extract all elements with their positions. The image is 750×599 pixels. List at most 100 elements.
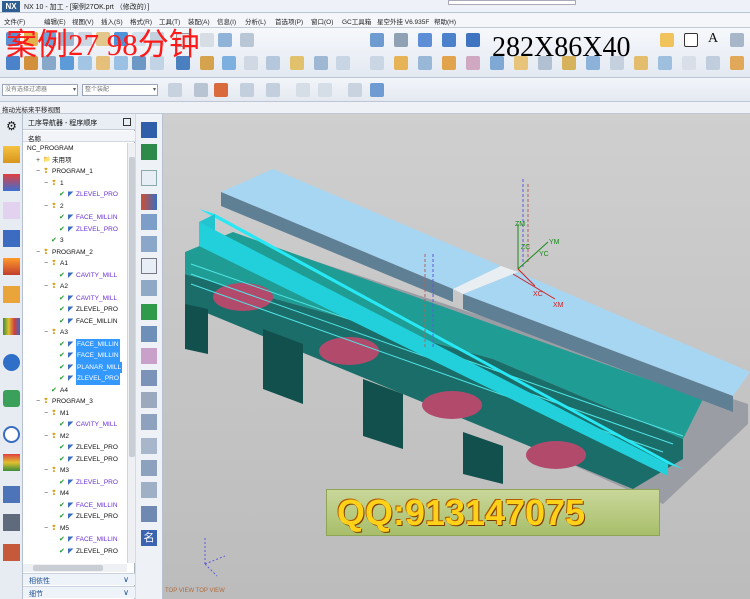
- create-geometry-icon[interactable]: [141, 170, 157, 186]
- collapse-icon[interactable]: −: [43, 258, 49, 270]
- rename-icon[interactable]: 名: [141, 530, 157, 546]
- generate-icon[interactable]: [240, 33, 254, 47]
- collapse-icon[interactable]: −: [43, 488, 49, 500]
- tree-row[interactable]: − ❢ A1: [23, 258, 127, 270]
- shop-documentation-icon[interactable]: [141, 348, 157, 364]
- scroll-thumb[interactable]: [129, 157, 135, 457]
- settings-icon[interactable]: [706, 56, 720, 70]
- menu-insert[interactable]: 插入(S): [101, 16, 123, 26]
- menu-view[interactable]: 视图(V): [72, 16, 94, 26]
- roles-icon[interactable]: [682, 56, 696, 70]
- tree-row[interactable]: − ❢ M5: [23, 523, 127, 535]
- tree-row[interactable]: − ❢ M2: [23, 431, 127, 443]
- tree-row[interactable]: − ❢ M1: [23, 408, 127, 420]
- feature-icon[interactable]: [266, 56, 280, 70]
- pan-icon[interactable]: [394, 33, 408, 47]
- collapse-icon[interactable]: −: [35, 396, 41, 408]
- tree-row[interactable]: − ❢ M4: [23, 488, 127, 500]
- history-icon[interactable]: [3, 390, 20, 407]
- tree-row[interactable]: − ❢ PROGRAM_2: [23, 247, 127, 259]
- tree-row[interactable]: − ❢ 1: [23, 178, 127, 190]
- method-icon[interactable]: [218, 33, 232, 47]
- collapse-icon[interactable]: −: [43, 465, 49, 477]
- tree-row[interactable]: − ❢ 2: [23, 201, 127, 213]
- expand-icon[interactable]: +: [35, 155, 41, 167]
- tree-row[interactable]: − ❢ M3: [23, 465, 127, 477]
- transform-icon[interactable]: [141, 482, 157, 498]
- tree-row[interactable]: − ❢ A3: [23, 327, 127, 339]
- tree-row[interactable]: ✔ ◤ ZLEVEL_PRO: [23, 442, 127, 454]
- box-select-icon[interactable]: [348, 83, 362, 97]
- tree-row[interactable]: ✔ ◤ FACE_MILLIN: [23, 212, 127, 224]
- tree-row[interactable]: ✔ ◤ CAVITY_MILL: [23, 293, 127, 305]
- menu-plugin[interactable]: 星空外挂 V6.935F: [377, 16, 429, 26]
- menu-format[interactable]: 格式(R): [130, 16, 152, 26]
- wireframe-icon[interactable]: [418, 56, 432, 70]
- tree-row[interactable]: NC_PROGRAM: [23, 143, 127, 155]
- render-icon[interactable]: [660, 33, 674, 47]
- create-program-icon[interactable]: [141, 122, 157, 138]
- tree-row[interactable]: ✔ ◤ FACE_MILLIN: [23, 350, 127, 362]
- tree-row[interactable]: ✔ ◤ ZLEVEL_PRO: [23, 454, 127, 466]
- collapse-icon[interactable]: −: [35, 247, 41, 259]
- list-icon[interactable]: [222, 56, 236, 70]
- replay-toolpath-icon[interactable]: [141, 258, 157, 274]
- machine-tool-icon[interactable]: [3, 174, 20, 191]
- object-info-icon[interactable]: [141, 506, 157, 522]
- dependencies-panel[interactable]: 相依性 ∨: [23, 573, 135, 585]
- menu-gc-toolbox[interactable]: GC工具箱: [342, 16, 371, 26]
- more-icon[interactable]: [730, 56, 744, 70]
- tree-row[interactable]: ✔ ◤ ZLEVEL_PRO: [23, 304, 127, 316]
- timer-icon[interactable]: [336, 56, 350, 70]
- rectangle-icon[interactable]: [684, 33, 698, 47]
- shade-icon[interactable]: [394, 56, 408, 70]
- create-method-icon[interactable]: [141, 194, 157, 210]
- model-icon[interactable]: [370, 56, 384, 70]
- roles-icon[interactable]: [3, 544, 20, 561]
- maximize-icon[interactable]: [123, 118, 131, 126]
- view-iso-icon[interactable]: [466, 33, 480, 47]
- snap-existing-icon[interactable]: [318, 83, 332, 97]
- reuse-library-icon[interactable]: [3, 258, 20, 275]
- web-browser-icon[interactable]: [3, 354, 20, 371]
- name-column-header[interactable]: 名称: [23, 131, 135, 143]
- tree-row[interactable]: ✔ ◤ CAVITY_MILL: [23, 419, 127, 431]
- create-operation-icon[interactable]: [141, 214, 157, 230]
- tree-row[interactable]: ✔ ◤ ZLEVEL_PRO: [23, 224, 127, 236]
- menu-preferences[interactable]: 首选项(P): [275, 16, 303, 26]
- tree-row[interactable]: ✔ ◤ CAVITY_MILL: [23, 270, 127, 282]
- collapse-icon[interactable]: −: [43, 327, 49, 339]
- selection-filter-dropdown[interactable]: 没有选择过滤器 ▾: [2, 84, 78, 96]
- snap-intersection-icon[interactable]: [266, 83, 280, 97]
- palette-icon[interactable]: [3, 318, 20, 335]
- create-tool-icon[interactable]: [141, 144, 157, 160]
- collapse-icon[interactable]: −: [43, 201, 49, 213]
- assembly-nav-icon[interactable]: [3, 202, 20, 219]
- snap-end-icon[interactable]: [194, 83, 208, 97]
- menu-window[interactable]: 窗口(O): [311, 16, 333, 26]
- collapse-icon[interactable]: −: [43, 431, 49, 443]
- menu-tools[interactable]: 工具(T): [159, 16, 180, 26]
- details-panel[interactable]: 细节 ∨: [23, 586, 135, 598]
- collapse-icon[interactable]: −: [43, 523, 49, 535]
- snap-quadrant-icon[interactable]: [296, 83, 310, 97]
- tree-row[interactable]: ✔ A4: [23, 385, 127, 397]
- section-icon[interactable]: [314, 56, 328, 70]
- system-materials-icon[interactable]: [3, 454, 20, 471]
- tree-row[interactable]: ✔ ◤ ZLEVEL_PRO: [23, 546, 127, 558]
- zoom-icon[interactable]: [370, 33, 384, 47]
- delete-toolpath-icon[interactable]: [141, 438, 157, 454]
- tree-row[interactable]: ✔ ◤ FACE_MILLIN: [23, 338, 127, 350]
- tool-list-icon[interactable]: [244, 56, 258, 70]
- verify-toolpath-icon[interactable]: [141, 280, 157, 296]
- view-front-icon[interactable]: [418, 33, 432, 47]
- tree-row[interactable]: ✔ 3: [23, 235, 127, 247]
- tree-row[interactable]: − ❢ A2: [23, 281, 127, 293]
- view-top-icon[interactable]: [442, 33, 456, 47]
- assembly-scope-dropdown[interactable]: 整个装配 ▾: [82, 84, 158, 96]
- clock-icon[interactable]: [3, 426, 20, 443]
- edge-icon[interactable]: [442, 56, 456, 70]
- part-navigator-icon[interactable]: [3, 230, 20, 247]
- menu-file[interactable]: 文件(F): [4, 16, 25, 26]
- gear-icon[interactable]: ⚙: [3, 118, 20, 135]
